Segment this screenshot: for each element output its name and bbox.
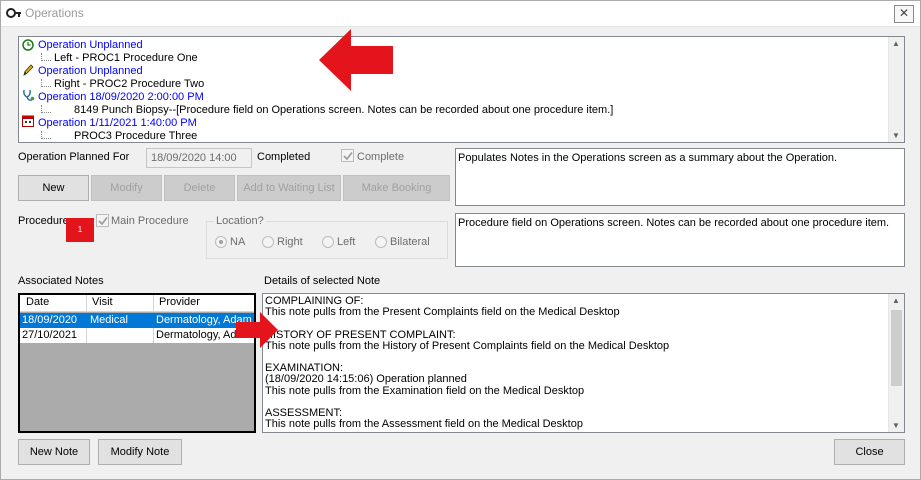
scroll-up-icon[interactable]: ▲ xyxy=(892,39,900,48)
window-close-button[interactable]: ✕ xyxy=(894,5,914,23)
note-detail-line: This note pulls from the Present Complai… xyxy=(265,306,620,319)
make-booking-button[interactable]: Make Booking xyxy=(343,175,450,201)
location-option-label: NA xyxy=(230,236,246,248)
scroll-down-icon[interactable]: ▼ xyxy=(892,421,900,430)
modify-button[interactable]: Modify xyxy=(91,175,162,201)
checkmark-icon xyxy=(343,152,353,161)
complete-checkbox-label: Complete xyxy=(357,151,405,163)
annotation-arrow-right-icon xyxy=(236,312,278,348)
note-detail-line: This note pulls from the Assessment fiel… xyxy=(265,418,583,431)
location-option-label: Right xyxy=(277,236,303,248)
new-note-button[interactable]: New Note xyxy=(18,439,90,465)
tree-connector xyxy=(41,79,51,87)
table-row[interactable]: 18/09/2020 Medical Dermatology, Adam xyxy=(20,313,254,328)
operations-window: Operations ✕ Operation Unplanned Left - … xyxy=(0,0,921,480)
location-radio-na[interactable] xyxy=(215,236,227,248)
main-procedure-label: Main Procedure xyxy=(111,215,189,227)
window-title: Operations xyxy=(25,6,84,20)
scroll-down-icon[interactable]: ▼ xyxy=(892,131,900,140)
tree-procedure-item[interactable]: Left - PROC1 Procedure One xyxy=(54,52,198,64)
tree-procedure-item[interactable]: 8149 Punch Biopsy--[Procedure field on O… xyxy=(74,104,613,116)
new-button[interactable]: New xyxy=(18,175,89,201)
tree-connector xyxy=(41,105,51,113)
tree-operation-header[interactable]: Operation Unplanned xyxy=(38,39,143,51)
complete-checkbox[interactable] xyxy=(341,149,354,162)
tree-procedure-item[interactable]: PROC3 Procedure Three xyxy=(74,130,197,142)
tree-procedure-item[interactable]: Right - PROC2 Procedure Two xyxy=(54,78,204,90)
tree-scrollbar[interactable]: ▲ ▼ xyxy=(888,37,904,142)
associated-notes-grid[interactable]: Date Visit Provider 18/09/2020 Medical D… xyxy=(18,293,256,433)
column-header-visit[interactable]: Visit xyxy=(92,296,113,308)
cell-visit: Medical xyxy=(90,314,128,326)
note-detail-line xyxy=(265,318,885,329)
details-scrollbar[interactable]: ▲ ▼ xyxy=(888,294,904,432)
tree-operation-header[interactable]: Operation 18/09/2020 2:00:00 PM xyxy=(38,91,204,103)
cell-date: 27/10/2021 xyxy=(22,329,78,341)
note-details-memo[interactable]: COMPLAINING OF: This note pulls from the … xyxy=(262,293,905,433)
main-procedure-checkbox[interactable] xyxy=(96,214,109,227)
note-detail-line xyxy=(265,352,885,363)
operation-summary-notes[interactable]: Populates Notes in the Operations screen… xyxy=(455,148,905,206)
planned-for-label: Operation Planned For xyxy=(18,151,130,163)
tree-connector xyxy=(41,53,51,61)
annotation-badge: 1 xyxy=(66,218,94,242)
note-detail-line: This note pulls from the Examination fie… xyxy=(265,384,585,397)
location-option-label: Bilateral xyxy=(390,236,430,248)
tree-operation-header[interactable]: Operation Unplanned xyxy=(38,65,143,77)
scroll-up-icon[interactable]: ▲ xyxy=(892,296,900,305)
location-radio-bilateral[interactable] xyxy=(375,236,387,248)
location-label: Location? xyxy=(214,215,266,227)
close-button[interactable]: Close xyxy=(834,439,905,465)
procedure-notes[interactable]: Procedure field on Operations screen. No… xyxy=(455,213,905,267)
procedure-label: Procedure xyxy=(18,215,69,227)
app-key-icon xyxy=(6,8,21,18)
column-header-provider[interactable]: Provider xyxy=(159,296,200,308)
clock-icon xyxy=(22,39,34,51)
pencil-icon xyxy=(23,64,34,76)
location-radio-right[interactable] xyxy=(262,236,274,248)
note-detail-line: This note pulls from the History of Pres… xyxy=(265,339,670,352)
calendar-icon xyxy=(22,115,34,127)
tree-operation-header[interactable]: Operation 1/11/2021 1:40:00 PM xyxy=(38,117,197,129)
note-detail-line: (18/09/2020 14:15:06) Operation planned xyxy=(265,373,467,386)
location-radio-left[interactable] xyxy=(322,236,334,248)
details-label: Details of selected Note xyxy=(264,275,381,287)
note-detail-line xyxy=(265,397,885,408)
delete-button[interactable]: Delete xyxy=(164,175,235,201)
associated-notes-label: Associated Notes xyxy=(18,275,104,287)
stethoscope-icon xyxy=(23,89,35,101)
grid-header: Date Visit Provider xyxy=(20,295,254,312)
location-option-label: Left xyxy=(337,236,356,248)
operations-tree[interactable]: Operation Unplanned Left - PROC1 Procedu… xyxy=(18,36,905,143)
add-waiting-list-button[interactable]: Add to Waiting List xyxy=(237,175,341,201)
column-header-date[interactable]: Date xyxy=(26,296,49,308)
title-bar[interactable]: Operations ✕ xyxy=(1,1,920,27)
note-details-text: COMPLAINING OF: This note pulls from the … xyxy=(265,295,885,431)
table-row[interactable]: 27/10/2021 Dermatology, Adam xyxy=(20,328,254,343)
planned-for-field: 18/09/2020 14:00 xyxy=(146,148,252,168)
tree-connector xyxy=(41,131,51,139)
completed-label: Completed xyxy=(257,151,311,163)
checkmark-icon xyxy=(98,217,108,226)
annotation-arrow-left-icon xyxy=(319,29,393,91)
modify-note-button[interactable]: Modify Note xyxy=(98,439,182,465)
scroll-thumb[interactable] xyxy=(891,310,902,386)
cell-date: 18/09/2020 xyxy=(22,314,78,326)
